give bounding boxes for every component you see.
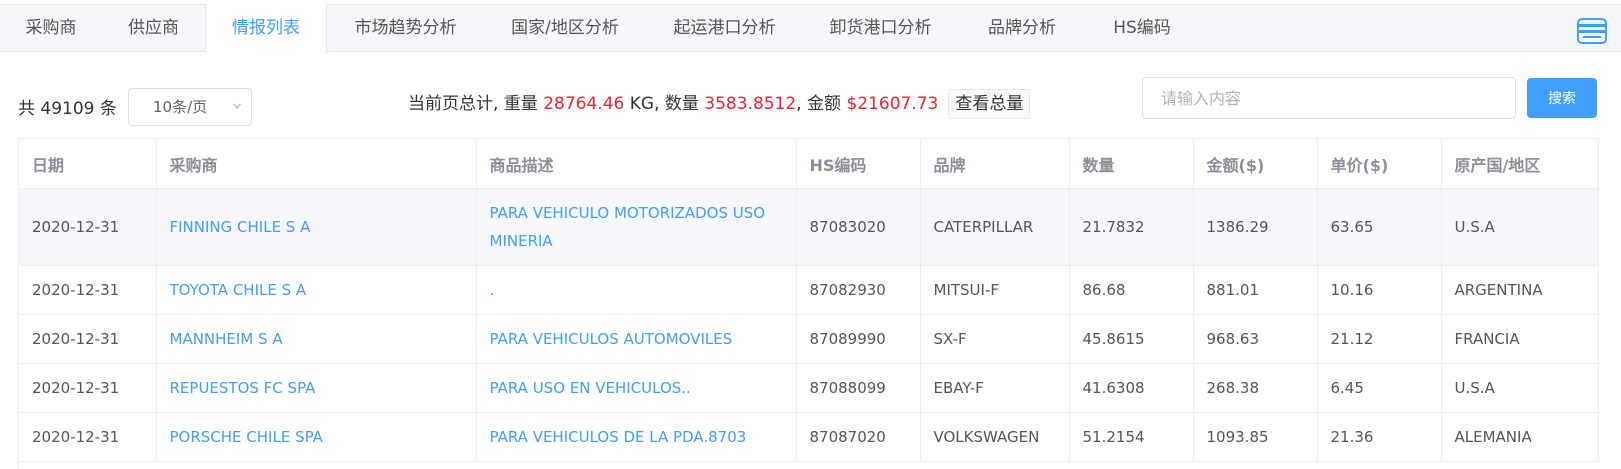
summary-prefix: 当前页总计, 重量 [408, 94, 544, 114]
cell-origin: ALEMANIA [1441, 412, 1599, 462]
intel-table: 日期 采购商 商品描述 HS编码 品牌 数量 金额($) 单价($) 原产国/地… [18, 138, 1599, 469]
cell-date: 2020-12-31 [19, 188, 157, 266]
export-icon[interactable] [1576, 16, 1608, 46]
table-row[interactable]: 2020-12-31 MANNHEIM S A PARA VEHICULOS A… [19, 314, 1599, 364]
page-summary: 当前页总计, 重量 28764.46 KG, 数量 3583.8512, 金额 … [408, 89, 1031, 119]
cell-hs-code: 87082930 [796, 265, 921, 315]
header-unit-price[interactable]: 单价($) [1317, 139, 1442, 189]
cell-brand: SX-F [920, 314, 1070, 364]
cell-buyer-link[interactable]: FINNING CHILE S A [156, 188, 477, 266]
cell-brand: VOLKSWAGEN [920, 412, 1070, 462]
chevron-down-icon [233, 103, 241, 109]
table-row[interactable]: 2020-12-31 TOYOTA CHILE S A . 87082930 M… [19, 265, 1599, 315]
cell-amount: 968.63 [1193, 314, 1318, 364]
cell-brand: CATERPILLAR [920, 188, 1070, 266]
cell-amount: 1386.29 [1193, 188, 1318, 266]
summary-quantity: 3583.8512 [704, 94, 797, 114]
cell-amount: 1093.85 [1193, 412, 1318, 462]
cell-quantity: 86.68 [1069, 265, 1194, 315]
total-count: 共 49109 条 [18, 99, 117, 119]
cell-unit-price: 10.16 [1317, 265, 1442, 315]
cell-buyer-link[interactable]: PORSCHE CHILE SPA [156, 412, 477, 462]
search-button[interactable]: 搜索 [1527, 78, 1597, 118]
cell-unit-price: 21.12 [1317, 314, 1442, 364]
cell-hs-code: 87087020 [796, 412, 921, 462]
cell-date: 2020-12-31 [19, 363, 157, 413]
header-origin[interactable]: 原产国/地区 [1441, 139, 1599, 189]
cell-hs-code: 87089990 [796, 314, 921, 364]
summary-weight-unit: KG, 数量 [624, 94, 705, 114]
header-date[interactable]: 日期 [19, 139, 157, 189]
header-hs-code[interactable]: HS编码 [796, 139, 921, 189]
summary-weight: 28764.46 [543, 94, 625, 114]
cell-quantity: 45.8615 [1069, 314, 1194, 364]
tab-market-trend[interactable]: 市场趋势分析 [327, 4, 484, 53]
tab-bar: 采购商 供应商 情报列表 市场趋势分析 国家/地区分析 起运港口分析 卸货港口分… [0, 4, 1621, 54]
table-row[interactable]: 2020-12-31 FINNING CHILE S A PARA VEHICU… [19, 188, 1599, 266]
cell-description-link[interactable]: PARA VEHICULO MOTORIZADOS USO MINERIA [476, 188, 797, 266]
header-description[interactable]: 商品描述 [476, 139, 797, 189]
cell-quantity: 51.2154 [1069, 412, 1194, 462]
cell-unit-price: 63.65 [1317, 188, 1442, 266]
cell-unit-price: 21.36 [1317, 412, 1442, 462]
cell-date: 2020-12-31 [19, 265, 157, 315]
page-size-value: 10条/页 [153, 98, 208, 116]
cell-buyer-link[interactable]: REPUESTOS FC SPA [156, 363, 477, 413]
cell-buyer-link[interactable]: TOYOTA CHILE S A [156, 265, 477, 315]
cell-description-link[interactable]: PARA USO EN VEHICULOS.. [476, 363, 797, 413]
tab-suppliers[interactable]: 供应商 [102, 4, 205, 53]
cell-date: 2020-12-31 [19, 314, 157, 364]
tab-hs-code[interactable]: HS编码 [1086, 4, 1198, 53]
cell-brand: EBAY-F [920, 363, 1070, 413]
summary-amount: $21607.73 [846, 94, 939, 114]
cell-unit-price: 6.45 [1317, 363, 1442, 413]
cell-origin: U.S.A [1441, 363, 1599, 413]
cell-brand: MITSUI-F [920, 265, 1070, 315]
cell-amount: 268.38 [1193, 363, 1318, 413]
cell-buyer-link[interactable]: MANNHEIM S A [156, 314, 477, 364]
cell-hs-code: 87088099 [796, 363, 921, 413]
cell-date: 2020-12-31 [19, 412, 157, 462]
page-size-select[interactable]: 10条/页 [128, 88, 252, 126]
cell-quantity: 41.6308 [1069, 363, 1194, 413]
cell-description-link[interactable]: . [476, 265, 797, 315]
cell-description-link[interactable]: PARA VEHICULOS DE LA PDA.8703 [476, 412, 797, 462]
cell-origin: FRANCIA [1441, 314, 1599, 364]
cell-amount: 881.01 [1193, 265, 1318, 315]
summary-amount-label: , 金额 [796, 94, 847, 114]
tab-country-region[interactable]: 国家/地区分析 [484, 4, 646, 53]
search-input[interactable] [1142, 77, 1516, 119]
cell-origin: ARGENTINA [1441, 265, 1599, 315]
tab-brand[interactable]: 品牌分析 [958, 4, 1086, 53]
header-amount[interactable]: 金额($) [1193, 139, 1318, 189]
cell-origin: U.S.A [1441, 188, 1599, 266]
table-row[interactable]: 2020-12-31 PORSCHE CHILE SPA PARA VEHICU… [19, 412, 1599, 462]
header-quantity[interactable]: 数量 [1069, 139, 1194, 189]
header-buyer[interactable]: 采购商 [156, 139, 477, 189]
view-total-button[interactable]: 查看总量 [948, 89, 1031, 119]
table-row[interactable]: 2020-12-31 REPUESTOS FC SPA PARA USO EN … [19, 363, 1599, 413]
tab-unloading-port[interactable]: 卸货港口分析 [803, 4, 958, 53]
cell-description-link[interactable]: PARA VEHICULOS AUTOMOVILES [476, 314, 797, 364]
table-header-row: 日期 采购商 商品描述 HS编码 品牌 数量 金额($) 单价($) 原产国/地… [19, 139, 1599, 189]
tab-loading-port[interactable]: 起运港口分析 [646, 4, 803, 53]
header-brand[interactable]: 品牌 [920, 139, 1070, 189]
tab-buyers[interactable]: 采购商 [0, 4, 102, 53]
cell-quantity: 21.7832 [1069, 188, 1194, 266]
cell-hs-code: 87083020 [796, 188, 921, 266]
tab-intel-list[interactable]: 情报列表 [205, 4, 327, 54]
